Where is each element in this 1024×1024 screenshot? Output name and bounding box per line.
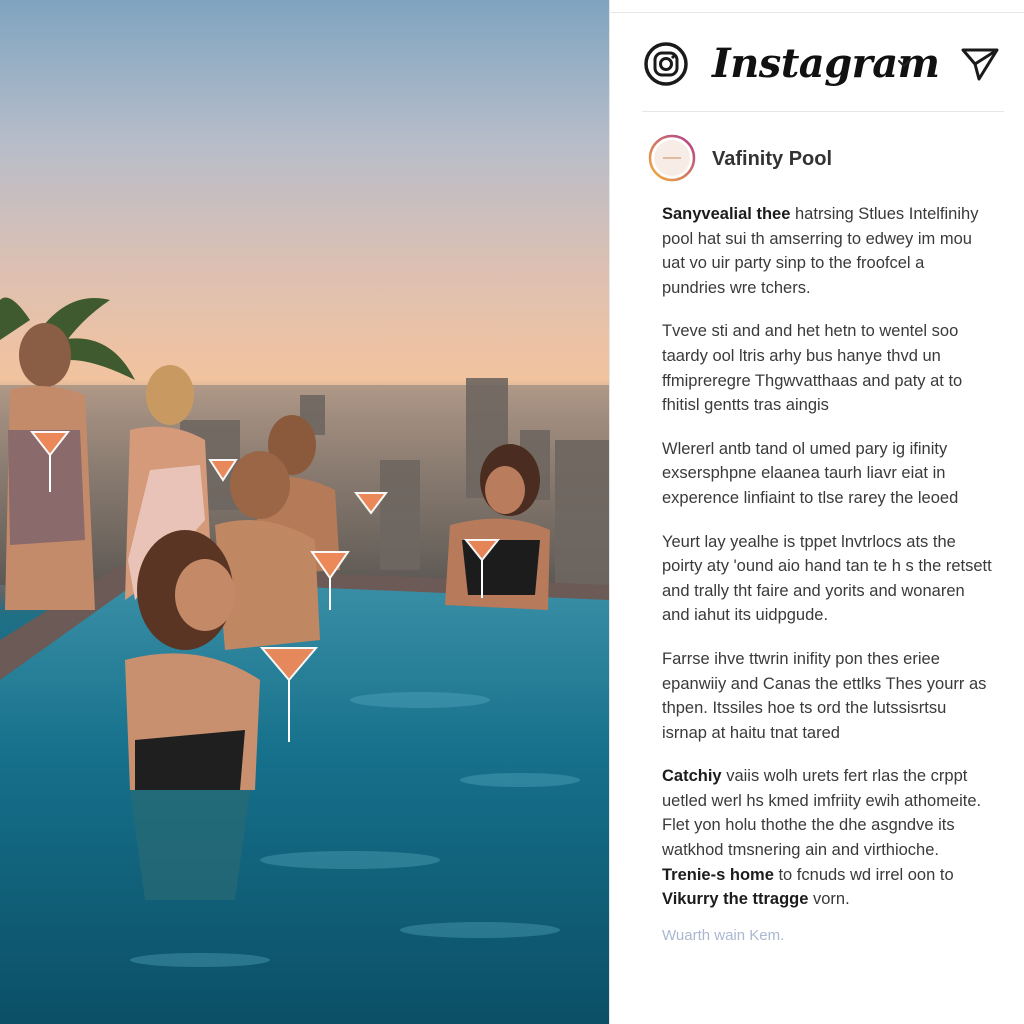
chevron-down-icon[interactable] [896,58,912,70]
app-header: Instagram [610,30,1024,100]
top-divider [610,12,1024,13]
caption-paragraph: Trenie-s home to fcnuds wd irrel oon to [662,863,992,888]
caption-text: vorn. [808,890,850,909]
caption-lead: Sanyvealial thee [662,205,791,223]
post-side-panel: Instagram Vafinity Pool Sanyvealial thee… [609,0,1024,1024]
caption-text: to fcnuds wd irrel oon to [773,865,954,884]
post-photo[interactable] [0,0,609,1024]
caption-paragraph: Wlererl antb tand ol umed pary ig ifinit… [662,439,959,507]
caption-paragraph: Sanyvealial thee hatrsing Stlues Intelfi… [662,202,992,300]
paper-plane-send-icon[interactable] [960,44,1000,84]
account-name[interactable]: Vafinity Pool [712,148,832,171]
post-caption: Sanyvealial thee hatrsing Stlues Intelfi… [662,202,992,944]
caption-paragraph: Catchiy vaiis wolh urets fert rlas the c… [662,764,992,862]
caption-paragraph: Vikurry the ttragge vorn. [662,887,992,912]
caption-paragraph: Tveve sti and and het hetn to wentel soo… [662,322,963,415]
rooftop-pool-party-image [0,297,609,1024]
instagram-camera-icon[interactable] [642,40,690,88]
caption-more-link[interactable]: Wuarth wain Kem. [662,927,992,944]
caption-lead: Trenie-s home [662,865,774,884]
caption-lead: Catchiy [662,767,722,786]
caption-paragraph: Yeurt lay yealhe is tppet lnvtrlocs ats … [662,532,992,625]
post-author[interactable]: Vafinity Pool [648,134,998,184]
caption-paragraph: Farrse ihve ttwrin inifity pon thes erie… [662,649,987,742]
header-divider [642,111,1004,112]
caption-lead: Vikurry the ttragge [662,890,809,909]
avatar[interactable] [648,134,696,182]
